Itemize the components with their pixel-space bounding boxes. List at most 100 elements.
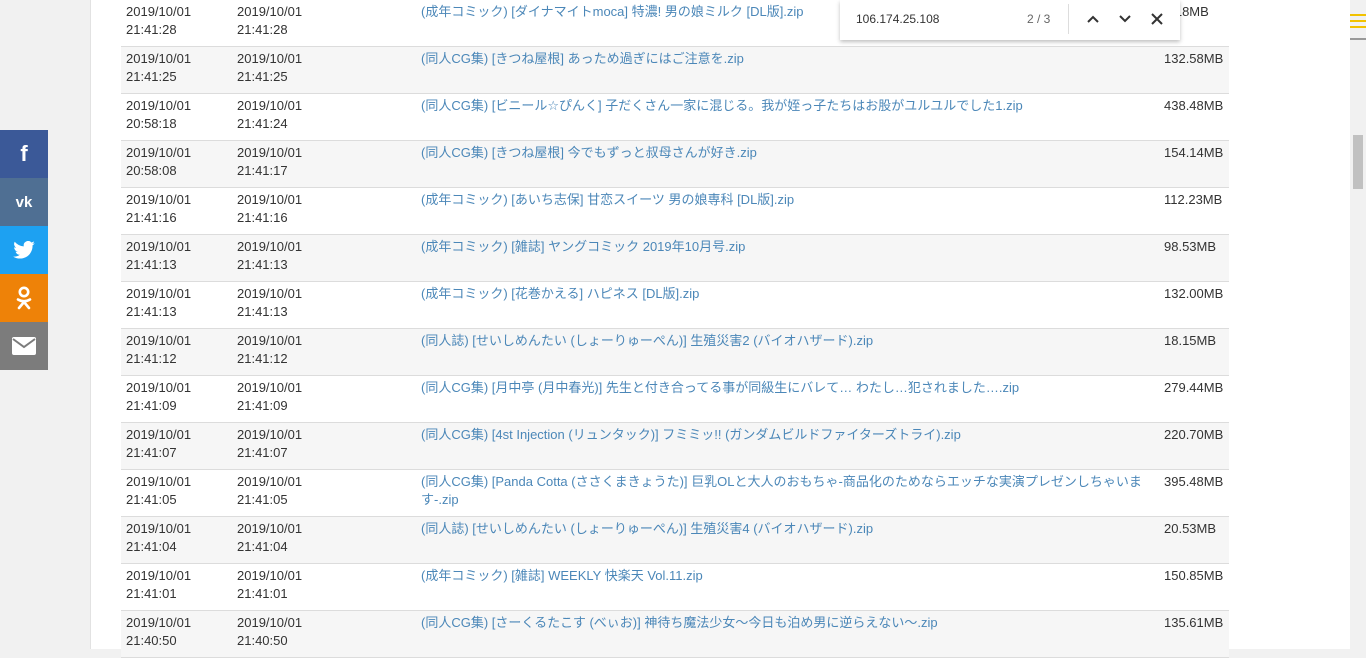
- find-close-button[interactable]: [1144, 6, 1170, 32]
- find-previous-button[interactable]: [1080, 6, 1106, 32]
- table-row: 2019/10/01 21:41:07 2019/10/01 21:41:07 (同人C…: [121, 423, 1229, 470]
- facebook-icon: f: [20, 141, 28, 166]
- updated-date: 2019/10/01: [237, 239, 303, 254]
- file-size: 112.23MB: [1164, 192, 1223, 207]
- uploaded-datetime: 2019/10/01 21:40:50: [126, 614, 231, 650]
- updated-time: 21:41:16: [237, 210, 288, 225]
- uploaded-time: 21:41:12: [126, 351, 177, 366]
- updated-time: 21:41:28: [237, 22, 288, 37]
- file-size: 438.48MB: [1164, 98, 1224, 113]
- table-row: 2019/10/01 21:41:01 2019/10/01 21:41:01 (成年コ…: [121, 564, 1229, 611]
- find-bar: 106.174.25.108 2 / 3: [840, 0, 1180, 40]
- uploaded-time: 21:41:13: [126, 257, 177, 272]
- uploaded-date: 2019/10/01: [126, 380, 192, 395]
- updated-datetime: 2019/10/01 21:41:17: [237, 144, 342, 180]
- uploaded-datetime: 2019/10/01 21:41:16: [126, 191, 231, 227]
- vk-share-button[interactable]: vk: [0, 178, 48, 226]
- twitter-share-button[interactable]: [0, 226, 48, 274]
- updated-time: 21:40:50: [237, 633, 288, 648]
- uploaded-datetime: 2019/10/01 21:41:13: [126, 285, 231, 321]
- table-row: 2019/10/01 21:41:05 2019/10/01 21:41:05 (同人C…: [121, 470, 1229, 517]
- updated-datetime: 2019/10/01 21:40:50: [237, 614, 342, 650]
- vk-icon: vk: [15, 193, 33, 211]
- updated-time: 21:41:01: [237, 586, 288, 601]
- chevron-down-icon: [1119, 15, 1131, 23]
- vertical-scrollbar[interactable]: [1350, 0, 1366, 649]
- updated-time: 21:41:07: [237, 445, 288, 460]
- file-link[interactable]: (成年コミック) [雑誌] ヤングコミック 2019年10月号.zip: [421, 238, 1151, 256]
- file-size: 18.15MB: [1164, 333, 1217, 348]
- updated-time: 21:41:05: [237, 492, 288, 507]
- file-link[interactable]: (同人誌) [せいしめんたい (しょーりゅーぺん)] 生殖災害4 (バイオハザー…: [421, 520, 1151, 538]
- table-row: 2019/10/01 21:41:13 2019/10/01 21:41:13 (成年コ…: [121, 235, 1229, 282]
- uploaded-date: 2019/10/01: [126, 427, 192, 442]
- close-icon: [1151, 13, 1163, 25]
- updated-date: 2019/10/01: [237, 333, 303, 348]
- table-row: 2019/10/01 21:41:13 2019/10/01 21:41:13 (成年コ…: [121, 282, 1229, 329]
- file-link[interactable]: (成年コミック) [花巻かえる] ハピネス [DL版].zip: [421, 285, 1151, 303]
- updated-datetime: 2019/10/01 21:41:05: [237, 473, 342, 509]
- updated-datetime: 2019/10/01 21:41:04: [237, 520, 342, 556]
- file-size: 150.85MB: [1164, 568, 1224, 583]
- updated-time: 21:41:09: [237, 398, 288, 413]
- updated-date: 2019/10/01: [237, 615, 303, 630]
- updated-date: 2019/10/01: [237, 4, 303, 19]
- uploaded-datetime: 2019/10/01 21:41:01: [126, 567, 231, 603]
- table-row: 2019/10/01 21:41:25 2019/10/01 21:41:25 (同人C…: [121, 47, 1229, 94]
- file-link[interactable]: (同人CG集) [Panda Cotta (ささくまきょうた)] 巨乳OLと大人…: [421, 473, 1151, 509]
- file-link[interactable]: (成年コミック) [雑誌] WEEKLY 快楽天 Vol.11.zip: [421, 567, 1151, 585]
- uploaded-date: 2019/10/01: [126, 286, 192, 301]
- email-share-button[interactable]: [0, 322, 48, 370]
- updated-datetime: 2019/10/01 21:41:01: [237, 567, 342, 603]
- updated-date: 2019/10/01: [237, 192, 303, 207]
- file-size: 98.53MB: [1164, 239, 1217, 254]
- find-match-marker: [1350, 14, 1366, 16]
- updated-date: 2019/10/01: [237, 474, 303, 489]
- odnoklassniki-share-button[interactable]: [0, 274, 48, 322]
- find-next-button[interactable]: [1112, 6, 1138, 32]
- file-size: 220.70MB: [1164, 427, 1224, 442]
- table-row: 2019/10/01 21:41:16 2019/10/01 21:41:16 (成年コ…: [121, 188, 1229, 235]
- uploaded-date: 2019/10/01: [126, 239, 192, 254]
- updated-time: 21:41:13: [237, 304, 288, 319]
- table-row: 2019/10/01 21:41:04 2019/10/01 21:41:04 (同人誌…: [121, 517, 1229, 564]
- odnoklassniki-icon: [16, 286, 32, 310]
- email-icon: [12, 337, 36, 355]
- uploaded-datetime: 2019/10/01 21:41:25: [126, 50, 231, 86]
- file-link[interactable]: (同人CG集) [きつね屋根] あっため過ぎにはご注意を.zip: [421, 50, 1151, 68]
- uploaded-time: 20:58:08: [126, 163, 177, 178]
- updated-time: 21:41:12: [237, 351, 288, 366]
- facebook-share-button[interactable]: f: [0, 130, 48, 178]
- file-table: 2019/10/01 21:41:28 2019/10/01 21:41:28 (成年コ…: [121, 0, 1229, 658]
- updated-datetime: 2019/10/01 21:41:13: [237, 238, 342, 274]
- updated-datetime: 2019/10/01 21:41:28: [237, 3, 342, 39]
- uploaded-time: 21:41:25: [126, 69, 177, 84]
- uploaded-datetime: 2019/10/01 21:41:09: [126, 379, 231, 415]
- updated-time: 21:41:13: [237, 257, 288, 272]
- file-link[interactable]: (同人CG集) [さーくるたこす (べぃお)] 神待ち魔法少女～今日も泊め男に逆…: [421, 614, 1151, 632]
- find-query-input[interactable]: 106.174.25.108: [856, 12, 939, 26]
- updated-datetime: 2019/10/01 21:41:16: [237, 191, 342, 227]
- file-link[interactable]: (同人誌) [せいしめんたい (しょーりゅーぺん)] 生殖災害2 (バイオハザー…: [421, 332, 1151, 350]
- file-link[interactable]: (同人CG集) [ビニール☆ぴんく] 子だくさん一家に混じる。我が姪っ子たちはお…: [421, 97, 1151, 115]
- uploaded-datetime: 2019/10/01 21:41:04: [126, 520, 231, 556]
- table-row: 2019/10/01 21:41:12 2019/10/01 21:41:12 (同人誌…: [121, 329, 1229, 376]
- scrollbar-thumb[interactable]: [1353, 135, 1363, 189]
- file-link[interactable]: (同人CG集) [きつね屋根] 今でもずっと叔母さんが好き.zip: [421, 144, 1151, 162]
- file-link[interactable]: (同人CG集) [4st Injection (リュンタック)] フミミッ!! …: [421, 426, 1151, 444]
- updated-date: 2019/10/01: [237, 98, 303, 113]
- updated-date: 2019/10/01: [237, 286, 303, 301]
- uploaded-time: 21:41:04: [126, 539, 177, 554]
- chevron-up-icon: [1087, 15, 1099, 23]
- uploaded-time: 21:41:28: [126, 22, 177, 37]
- uploaded-date: 2019/10/01: [126, 51, 192, 66]
- uploaded-time: 21:41:16: [126, 210, 177, 225]
- file-size: 279.44MB: [1164, 380, 1224, 395]
- table-row: 2019/10/01 20:58:18 2019/10/01 21:41:24 (同人C…: [121, 94, 1229, 141]
- updated-datetime: 2019/10/01 21:41:07: [237, 426, 342, 462]
- uploaded-datetime: 2019/10/01 21:41:12: [126, 332, 231, 368]
- content-panel: 2019/10/01 21:41:28 2019/10/01 21:41:28 (成年コ…: [90, 0, 1352, 658]
- file-link[interactable]: (成年コミック) [あいち志保] 甘恋スイーツ 男の娘専科 [DL版].zip: [421, 191, 1151, 209]
- updated-date: 2019/10/01: [237, 51, 303, 66]
- file-link[interactable]: (同人CG集) [月中亭 (月中春光)] 先生と付き合ってる事が同級生にバレて……: [421, 379, 1151, 397]
